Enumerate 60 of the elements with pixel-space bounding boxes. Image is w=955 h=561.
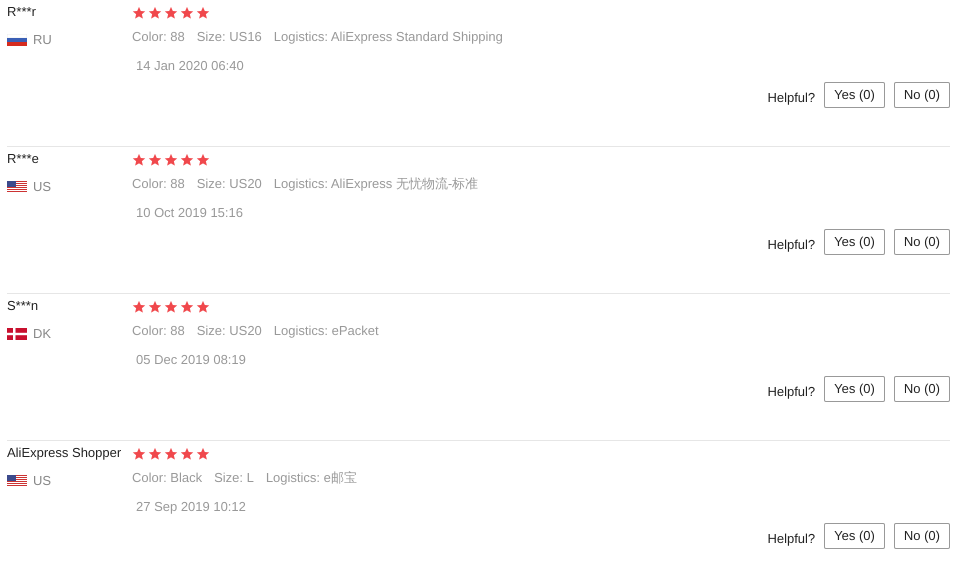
no-button[interactable]: No (0) [894,82,950,108]
star-icon [196,447,210,461]
order-detail: Size: L [214,469,254,487]
reviewer-name: S***n [7,298,40,314]
reviewer-name: R***r [7,4,37,20]
review-date: 05 Dec 2019 08:19 [136,350,247,368]
star-icon [132,300,146,314]
star-icon [148,6,162,20]
yes-button[interactable]: Yes (0) [824,523,885,549]
flag-icon [7,180,27,193]
no-button[interactable]: No (0) [894,229,950,255]
order-detail: Size: US16 [196,28,262,46]
star-icon [164,300,178,314]
star-icon [180,300,194,314]
reviewer-name: AliExpress Shopper [7,445,122,461]
country-code: RU [33,31,52,49]
order-detail: Logistics: AliExpress Standard Shipping [274,28,503,46]
star-icon [132,6,146,20]
star-icon [132,447,146,461]
yes-button[interactable]: Yes (0) [824,82,885,108]
order-detail: Size: US20 [196,322,262,340]
star-icon [164,447,178,461]
yes-button[interactable]: Yes (0) [824,229,885,255]
star-icon [132,153,146,167]
order-detail: Color: 88 [132,322,185,340]
flag-icon [7,328,27,340]
star-icon [148,300,162,314]
star-icon [148,447,162,461]
no-button[interactable]: No (0) [894,523,950,549]
country-code: US [33,472,52,490]
order-detail: Color: Black [132,469,202,487]
star-icon [196,300,210,314]
star-icon [164,153,178,167]
flag-icon [7,474,27,487]
yes-button[interactable]: Yes (0) [824,376,885,402]
star-icon [196,6,210,20]
star-icon [196,153,210,167]
flag-icon [7,34,27,46]
helpful-label: Helpful? [767,89,816,108]
star-icon [180,6,194,20]
helpful-label: Helpful? [767,530,816,548]
review-date: 14 Jan 2020 06:40 [136,56,245,74]
star-icon [180,153,194,167]
star-icon [164,6,178,20]
order-detail: Logistics: e邮宝 [266,469,357,487]
country-code: US [33,178,52,196]
review-date: 27 Sep 2019 10:12 [136,498,247,516]
star-icon [148,153,162,167]
order-detail: Size: US20 [196,175,262,193]
helpful-label: Helpful? [767,236,816,254]
review-date: 10 Oct 2019 15:16 [136,204,244,222]
no-button[interactable]: No (0) [894,376,950,402]
order-detail: Logistics: AliExpress 无忧物流-标准 [274,175,478,193]
helpful-label: Helpful? [767,383,816,402]
order-detail: Color: 88 [132,28,185,46]
order-detail: Color: 88 [132,175,185,193]
star-icon [180,447,194,461]
order-detail: Logistics: ePacket [274,322,379,340]
country-code: DK [33,325,52,343]
reviewer-name: R***e [7,151,40,167]
